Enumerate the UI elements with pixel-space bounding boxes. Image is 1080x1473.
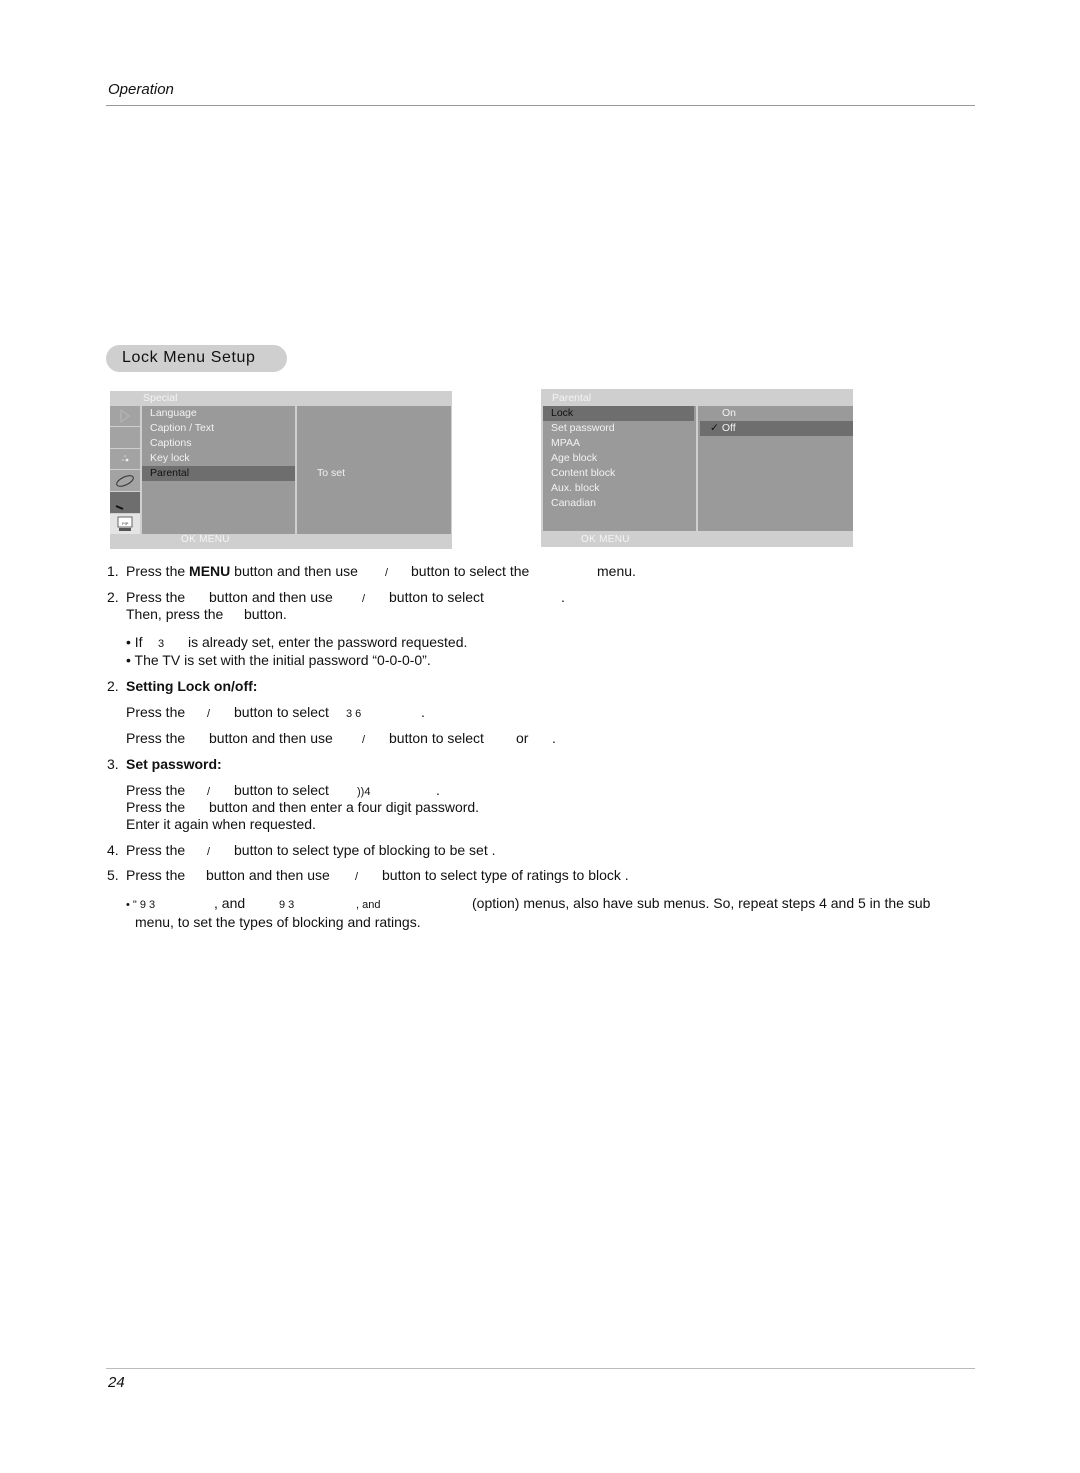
osd-menu-item-parental[interactable]: Parental xyxy=(142,466,295,481)
osd-menu-item-content-block[interactable]: Content block xyxy=(543,466,694,481)
note-a: • " 9 3 xyxy=(126,899,156,911)
sound-icon xyxy=(110,427,140,448)
heading-setting-lock: Setting Lock on/off: xyxy=(126,678,258,694)
time-icon xyxy=(110,449,140,469)
osd-menu-item-lock[interactable]: Lock xyxy=(543,406,694,421)
step1-text-b: button and then use xyxy=(230,563,358,579)
lock-line1-c: . xyxy=(421,704,425,720)
step5-c: button to select type of ratings to bloc… xyxy=(382,867,629,883)
lock-line1-b: button to select xyxy=(234,704,329,720)
bullet1-a: • If xyxy=(126,634,143,650)
special-icon xyxy=(110,470,140,491)
step1-text-c: button to select the xyxy=(411,563,530,579)
heading2-number: 2. xyxy=(107,678,119,694)
step2-text-b: button and then use xyxy=(209,589,333,605)
note-e: (option) menus, also have sub menus. So,… xyxy=(472,895,931,911)
step1-text-a: Press the xyxy=(126,563,190,579)
screen-icon xyxy=(110,492,140,513)
menu-keyword: MENU xyxy=(189,563,231,579)
svg-text:PIP: PIP xyxy=(122,521,129,526)
bullet1-code: 3 xyxy=(158,638,165,650)
up-down-separator: / xyxy=(207,708,211,720)
heading3-number: 3. xyxy=(107,756,119,772)
osd-option-off-label: Off xyxy=(721,422,736,434)
lock-line2-b: button and then use xyxy=(209,730,333,746)
footer-divider xyxy=(106,1368,975,1369)
check-icon: ✓ xyxy=(710,422,719,434)
lock-line1-code: 3 6 xyxy=(346,708,362,720)
osd-parental-footer: OK MENU xyxy=(581,534,630,545)
note-c: 9 3 xyxy=(279,899,295,911)
step5-b: button and then use xyxy=(206,867,330,883)
section-title-pill: Lock Menu Setup xyxy=(106,345,287,372)
osd-to-set-label: To set xyxy=(317,467,346,479)
lock-line2-d: or xyxy=(516,730,529,746)
step2-line2b: button. xyxy=(244,606,287,622)
up-down-separator: / xyxy=(385,567,389,579)
step4-a: Press the xyxy=(126,842,186,858)
step5-number: 5. xyxy=(107,867,119,883)
osd-option-off[interactable]: ✓ Off xyxy=(700,421,853,436)
step2-text-d: . xyxy=(561,589,565,605)
step4-number: 4. xyxy=(107,842,119,858)
note-d: , and xyxy=(356,899,381,911)
pw-line1-b: button to select xyxy=(234,782,329,798)
osd-menu-item-aux-block[interactable]: Aux. block xyxy=(543,481,694,496)
bullet1-b: is already set, enter the password reque… xyxy=(188,634,468,650)
osd-menu-item-language[interactable]: Language xyxy=(142,406,295,421)
osd-special-menu: Special PIP Language Caption / Text Capt… xyxy=(110,391,452,549)
section-title: Lock Menu Setup xyxy=(122,349,256,366)
osd-special-list: Language Caption / Text Captions Key loc… xyxy=(142,406,295,534)
pip-icon: PIP xyxy=(110,514,140,534)
step2-number: 2. xyxy=(107,589,119,605)
pw-line2-b: button and then enter a four digit passw… xyxy=(209,799,480,815)
osd-menu-item-set-password[interactable]: Set password xyxy=(543,421,694,436)
section-header-title: Operation xyxy=(108,81,174,98)
pw-line1-a: Press the xyxy=(126,782,186,798)
step1-number: 1. xyxy=(107,563,119,579)
step1-text: Press the MENU button and then use xyxy=(126,563,358,580)
header-divider xyxy=(106,105,975,106)
lock-line2-a: Press the xyxy=(126,730,186,746)
up-down-separator: / xyxy=(207,846,211,858)
osd-parental-menu: Parental Lock Set password MPAA Age bloc… xyxy=(541,389,853,547)
note-line2: menu, to set the types of blocking and r… xyxy=(135,914,421,930)
up-down-separator: / xyxy=(362,593,366,605)
pw-line3: Enter it again when requested. xyxy=(126,816,316,832)
step4-b: button to select type of blocking to be … xyxy=(234,842,496,858)
lock-line2-e: . xyxy=(552,730,556,746)
osd-menu-item-key-lock[interactable]: Key lock xyxy=(142,451,295,466)
osd-parental-list: Lock Set password MPAA Age block Content… xyxy=(543,406,696,531)
osd-special-footer: OK MENU xyxy=(181,534,230,545)
note-b: , and xyxy=(214,895,246,911)
pw-line2-a: Press the xyxy=(126,799,186,815)
osd-special-title: Special xyxy=(143,392,178,404)
lock-line1-a: Press the xyxy=(126,704,186,720)
step1-text-d: menu. xyxy=(597,563,636,579)
osd-menu-item-captions[interactable]: Captions xyxy=(142,436,295,451)
pw-line1-c: . xyxy=(436,782,440,798)
osd-menu-item-age-block[interactable]: Age block xyxy=(543,451,694,466)
osd-menu-item-mpaa[interactable]: MPAA xyxy=(543,436,694,451)
up-down-separator: / xyxy=(355,871,359,883)
osd-menu-item-canadian[interactable]: Canadian xyxy=(543,496,694,511)
lock-line2-c: button to select xyxy=(389,730,484,746)
osd-parental-title: Parental xyxy=(552,392,592,404)
page-number: 24 xyxy=(108,1374,125,1391)
osd-option-on[interactable]: On xyxy=(698,406,853,421)
picture-icon xyxy=(110,406,140,426)
bullet2: • The TV is set with the initial passwor… xyxy=(126,652,431,668)
step2-text-a: Press the xyxy=(126,589,186,605)
osd-menu-item-caption-text[interactable]: Caption / Text xyxy=(142,421,295,436)
osd-special-value-panel: To set xyxy=(297,406,451,534)
step2-line2: Then, press the xyxy=(126,606,224,622)
heading-set-password: Set password: xyxy=(126,756,222,772)
up-down-separator: / xyxy=(362,734,366,746)
step5-a: Press the xyxy=(126,867,186,883)
step2-text-c: button to select xyxy=(389,589,484,605)
osd-parental-options: On ✓ Off xyxy=(698,406,853,531)
